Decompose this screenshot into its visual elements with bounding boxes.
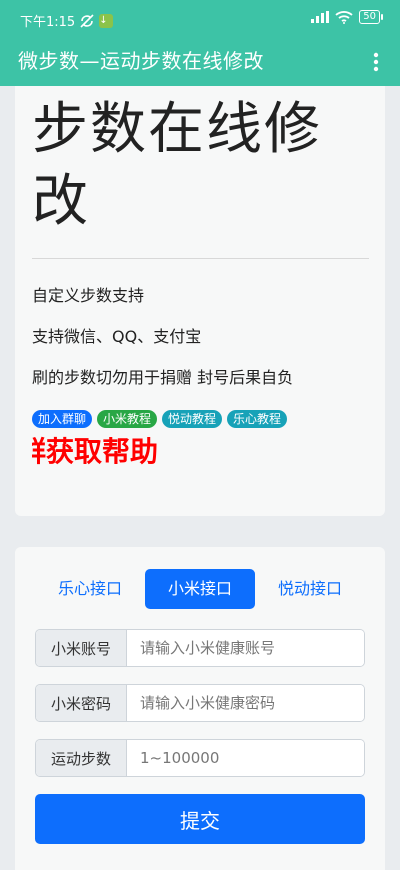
- steps-input[interactable]: [127, 740, 364, 776]
- intro-card: 步数在线修改 自定义步数支持 支持微信、QQ、支付宝 刷的步数切勿用于捐赠 封号…: [15, 86, 385, 516]
- password-field-group: 小米密码: [35, 684, 365, 722]
- status-time: 下午1:15: [20, 15, 76, 30]
- app-title: 微步数—运动步数在线修改: [18, 49, 264, 73]
- steps-label: 运动步数: [36, 740, 127, 776]
- tab-lexin[interactable]: 乐心接口: [35, 569, 145, 609]
- account-field-group: 小米账号: [35, 629, 365, 667]
- sync-off-icon: [79, 13, 95, 28]
- wifi-icon: [335, 10, 353, 24]
- feature-text: 支持微信、QQ、支付宝: [32, 327, 202, 346]
- status-left: 下午1:15 ↓: [20, 11, 114, 30]
- account-label: 小米账号: [36, 630, 127, 666]
- battery-icon: 50: [359, 10, 383, 24]
- divider: [32, 258, 369, 259]
- download-icon: ↓: [99, 13, 114, 28]
- feature-text: 刷的步数切勿用于捐赠 封号后果自负: [32, 368, 294, 387]
- status-bar: 下午1:15 ↓ 50: [0, 0, 400, 38]
- status-right: 50: [311, 10, 383, 24]
- feature-text: 自定义步数支持: [32, 286, 145, 305]
- form-card: 乐心接口 小米接口 悦动接口 小米账号 小米密码 运动步数 提交: [15, 547, 385, 870]
- steps-field-group: 运动步数: [35, 739, 365, 777]
- xiaomi-tutorial-badge[interactable]: 小米教程: [97, 410, 158, 428]
- app-bar: 微步数—运动步数在线修改: [0, 38, 400, 86]
- account-input[interactable]: [127, 630, 364, 666]
- submit-button[interactable]: 提交: [35, 794, 365, 844]
- help-text: 群获取帮助: [32, 435, 159, 468]
- help-marquee: 群获取帮助: [32, 432, 372, 472]
- password-label: 小米密码: [36, 685, 127, 721]
- password-input[interactable]: [127, 685, 364, 721]
- lexin-tutorial-badge[interactable]: 乐心教程: [227, 410, 288, 428]
- tab-xiaomi[interactable]: 小米接口: [145, 569, 255, 609]
- join-group-badge[interactable]: 加入群聊: [32, 410, 93, 428]
- link-badges: 加入群聊 小米教程 悦动教程 乐心教程: [32, 410, 288, 428]
- more-menu-button[interactable]: [360, 46, 392, 78]
- more-vert-icon: [373, 52, 379, 72]
- interface-tabs: 乐心接口 小米接口 悦动接口: [35, 569, 365, 609]
- yuedong-tutorial-badge[interactable]: 悦动教程: [162, 410, 223, 428]
- page-title: 步数在线修改: [32, 97, 322, 234]
- signal-icon: [311, 11, 330, 23]
- tab-yuedong[interactable]: 悦动接口: [255, 569, 365, 609]
